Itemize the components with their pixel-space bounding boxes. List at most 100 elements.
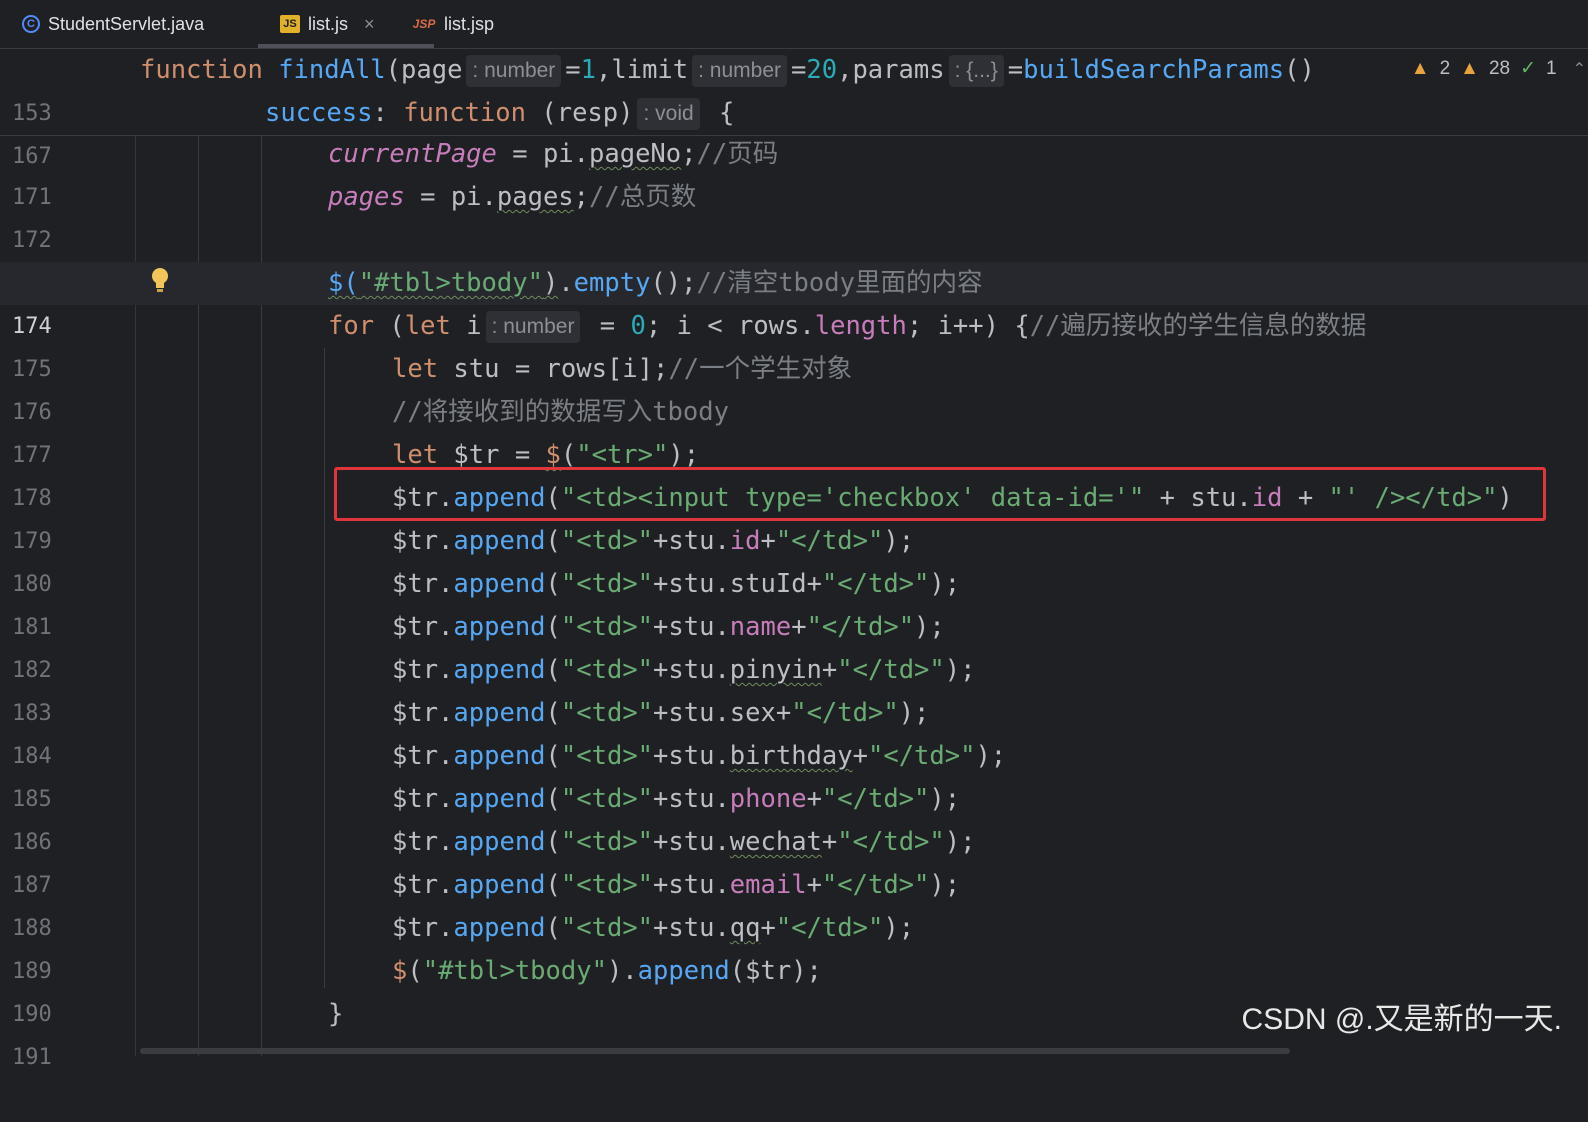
chevron-up-icon[interactable]: ⌃ [1573, 59, 1586, 79]
code-text: + [760, 913, 776, 943]
code-line-185[interactable]: 185 $tr.append("<td>"+stu.birthday+"</td… [0, 735, 1588, 812]
string-literal: "</td>" [775, 526, 884, 556]
code-line-177[interactable]: 177 //将接收到的数据写入tbody [0, 391, 1588, 468]
code-text: ( [374, 311, 405, 341]
code-line-183[interactable]: 183 $tr.append("<td>"+stu.pinyin+"</td>"… [0, 649, 1588, 726]
code-line-181[interactable]: 181 $tr.append("<td>"+stu.stuId+"</td>")… [0, 563, 1588, 640]
sticky-line-167[interactable]: 167 success: function (resp): void { [0, 92, 1588, 169]
code-text: ,limit [596, 55, 689, 85]
code-text: +stu. [653, 569, 730, 599]
line-number: 191 [12, 1045, 52, 1070]
code-text: ); [898, 698, 930, 728]
function-call: buildSearchParams [1023, 55, 1285, 85]
code-text: = [565, 55, 581, 85]
string-literal: "</td>" [837, 827, 945, 857]
weak-warning-icon: ▲ [1460, 57, 1479, 79]
keyword: let [404, 311, 451, 341]
horizontal-scrollbar[interactable] [140, 1048, 1290, 1054]
code-text: + [775, 698, 792, 728]
comment: //总页数 [589, 182, 697, 212]
string-literal: "#tbl>tbody" [358, 268, 543, 298]
method-name: append [453, 784, 546, 814]
tab-list-js[interactable]: JS list.js × [258, 0, 434, 48]
code-text: ); [883, 913, 915, 943]
code-line-182[interactable]: 182 $tr.append("<td>"+stu.name+"</td>"); [0, 606, 1588, 683]
code-line-176[interactable]: 176 let stu = rows[i];//一个学生对象 [0, 348, 1588, 425]
comment: //将接收到的数据写入tbody [392, 397, 729, 427]
code-text: (resp) [526, 98, 634, 128]
code-text: ( [560, 440, 577, 470]
code-line-172[interactable]: 172 pages = pi.pages;//总页数 [0, 176, 1588, 253]
code-line-171[interactable]: 171 currentPage = pi.pageNo;//页码 [0, 133, 1588, 210]
code-text: = [584, 311, 631, 341]
close-tab-icon[interactable]: × [364, 14, 375, 35]
string-literal: "</td>" [867, 741, 976, 771]
code-line-173[interactable]: 173 [0, 219, 1588, 296]
code-text: +stu. [653, 698, 730, 728]
string-literal: "</td>" [775, 913, 884, 943]
code-line-174[interactable]: 174 $("#tbl>tbody").empty();//清空tbody里面的… [0, 262, 1588, 339]
type-hint: : number [485, 311, 581, 343]
code-line-186[interactable]: 186 $tr.append("<td>"+stu.phone+"</td>")… [0, 778, 1588, 855]
code-line-184[interactable]: 184 $tr.append("<td>"+stu.sex+"</td>"); [0, 692, 1588, 769]
js-file-icon: JS [280, 15, 300, 33]
code-text: +stu. [653, 784, 730, 814]
code-text: ) [542, 268, 559, 298]
code-text: ); [944, 827, 976, 857]
tab-studentservlet-java[interactable]: C StudentServlet.java [22, 0, 204, 48]
code-line-180[interactable]: 180 $tr.append("<td>"+stu.id+"</td>"); [0, 520, 1588, 597]
string-literal: "</td>" [821, 870, 930, 900]
code-line-175[interactable]: 175 for (let i: number = 0; i < rows.len… [0, 305, 1588, 382]
string-literal: "<td>" [560, 655, 654, 685]
editor-tab-bar: C StudentServlet.java JS list.js × JSP l… [0, 0, 1588, 49]
code-line-188[interactable]: 188 $tr.append("<td>"+stu.email+"</td>")… [0, 864, 1588, 941]
jquery-call: $ [545, 440, 561, 470]
code-text: + [852, 741, 868, 771]
code-text: $tr. [392, 569, 454, 599]
property: phone [729, 784, 807, 814]
code-text: $tr. [392, 698, 454, 728]
code-text: $tr. [392, 827, 454, 857]
keyword: function [403, 98, 527, 128]
code-text: ); [975, 741, 1007, 771]
number-literal: 20 [806, 55, 838, 85]
property: wechat [729, 827, 822, 857]
inspection-status[interactable]: ▲ 2 ▲ 28 ✓ 1 ⌃ [1402, 57, 1586, 80]
code-text: + [791, 612, 807, 642]
tab-list-jsp[interactable]: JSP list.jsp [412, 0, 494, 48]
tab-label: list.js [308, 13, 348, 34]
code-text: = pi. [496, 139, 590, 169]
jsp-file-icon: JSP [412, 17, 436, 31]
method-name: append [453, 827, 546, 857]
code-text: ; i < rows. [645, 311, 815, 341]
java-class-icon: C [22, 15, 40, 33]
code-text: $tr. [392, 612, 454, 642]
code-text: ); [929, 569, 961, 599]
property: pageNo [589, 139, 682, 169]
number-literal: 0 [630, 311, 646, 341]
sticky-line-153[interactable]: 153 function findAll(page: number =1,limi… [0, 49, 1588, 126]
method-name: append [453, 870, 546, 900]
lightbulb-icon[interactable] [150, 266, 170, 294]
code-line-187[interactable]: 187 $tr.append("<td>"+stu.wechat+"</td>"… [0, 821, 1588, 898]
code-text: ( [545, 913, 561, 943]
string-literal: "</td>" [837, 655, 945, 685]
code-text: ( [545, 741, 561, 771]
code-text: $tr. [392, 784, 454, 814]
property: birthday [729, 741, 853, 771]
global-variable: currentPage [328, 139, 497, 169]
property: sex [729, 698, 776, 728]
code-text: = pi. [404, 182, 497, 212]
watermark: CSDN @.又是新的一天. [1241, 1003, 1562, 1036]
code-text: ; [573, 182, 590, 212]
tab-label: StudentServlet.java [48, 13, 205, 34]
code-text: $tr. [392, 655, 454, 685]
string-literal: "<td>" [560, 827, 654, 857]
property: stuId [729, 569, 807, 599]
method-name: append [453, 741, 546, 771]
property: id [729, 526, 761, 556]
code-text: +stu. [653, 870, 730, 900]
code-line-190[interactable]: 190 $("#tbl>tbody").append($tr); [0, 950, 1588, 1027]
string-literal: "<tr>" [576, 440, 669, 470]
code-line-189[interactable]: 189 $tr.append("<td>"+stu.qq+"</td>"); [0, 907, 1588, 984]
